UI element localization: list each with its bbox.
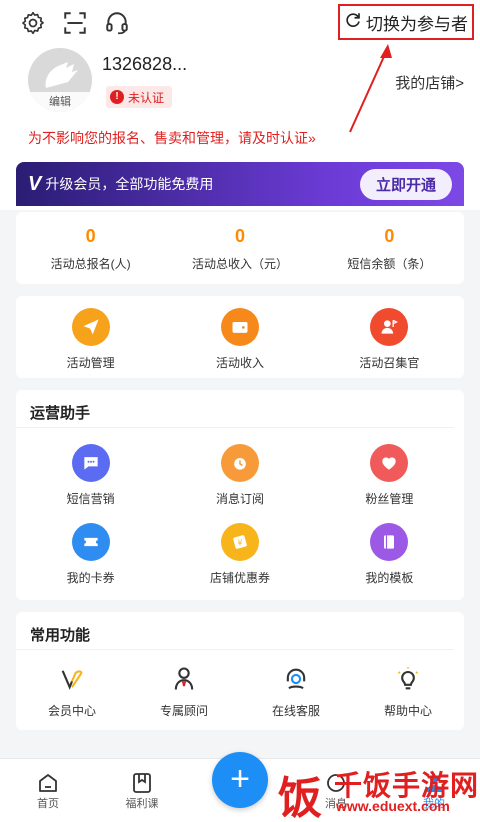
watermark-url: www.eduext.com xyxy=(336,798,450,814)
fans-management-label: 粉丝管理 xyxy=(365,492,414,506)
ticket-icon xyxy=(71,523,110,561)
stat-sms-balance[interactable]: 0 短信余额（条） xyxy=(315,212,464,284)
sms-marketing-label: 短信营销 xyxy=(66,492,115,506)
alert-icon: ! xyxy=(110,90,124,104)
my-store-link[interactable]: 我的店铺> xyxy=(395,72,464,93)
help-center-item[interactable]: 帮助中心 xyxy=(352,664,464,719)
vip-center-item[interactable]: 会员中心 xyxy=(16,664,128,719)
activity-actions-card: 活动管理 活动收入 活动召集官 xyxy=(16,296,464,378)
headset-icon xyxy=(281,664,311,694)
vip-center-label: 会员中心 xyxy=(47,704,96,718)
activity-convener-label: 活动召集官 xyxy=(359,356,420,370)
operations-card: 运营助手 短信营销 消息订阅 粉丝管理 我的卡券 ¥ 店铺优惠券 我的模板 xyxy=(16,390,464,600)
chat-icon xyxy=(71,444,110,482)
create-activity-button[interactable]: + xyxy=(212,752,268,808)
tab-home[interactable]: 首页 xyxy=(18,771,78,811)
heart-icon xyxy=(370,444,409,482)
activity-income-label: 活动收入 xyxy=(215,356,264,370)
store-coupons-item[interactable]: ¥ 店铺优惠券 xyxy=(165,523,314,586)
status-label: 未认证 xyxy=(128,90,165,105)
stat-label: 活动总收入（元） xyxy=(191,257,288,271)
stat-label: 短信余额（条） xyxy=(347,257,432,271)
help-center-label: 帮助中心 xyxy=(383,704,432,718)
activity-convener-item[interactable]: 活动召集官 xyxy=(315,308,464,378)
my-templates-label: 我的模板 xyxy=(365,571,414,585)
common-functions-title: 常用功能 xyxy=(16,612,454,650)
tab-home-label: 首页 xyxy=(37,798,59,810)
clock-icon xyxy=(220,444,259,482)
advisor-item[interactable]: 专属顾问 xyxy=(128,664,240,719)
person-icon xyxy=(169,664,199,694)
store-coupons-label: 店铺优惠券 xyxy=(209,571,270,585)
fans-management-item[interactable]: 粉丝管理 xyxy=(315,444,464,507)
stat-value: 0 xyxy=(85,226,96,246)
bookmark-icon xyxy=(112,771,172,795)
vip-open-button[interactable]: 立即开通 xyxy=(359,168,452,200)
vip-text: 升级会员，全部功能免费用 xyxy=(45,176,214,192)
vip-icon xyxy=(57,664,87,694)
message-subscription-item[interactable]: 消息订阅 xyxy=(165,444,314,507)
home-icon xyxy=(18,771,78,795)
activity-management-label: 活动管理 xyxy=(66,356,115,370)
my-templates-item[interactable]: 我的模板 xyxy=(315,523,464,586)
phone-number: 1326828... xyxy=(102,54,188,74)
online-service-item[interactable]: 在线客服 xyxy=(240,664,352,719)
status-badge[interactable]: ! 未认证 xyxy=(106,86,173,108)
operations-title: 运营助手 xyxy=(16,390,454,428)
avatar-edit-label[interactable]: 编辑 xyxy=(28,92,92,112)
site-watermark: 饭 千饭手游网 www.eduext.com xyxy=(272,762,480,822)
user-flag-icon xyxy=(370,308,409,346)
stat-value: 0 xyxy=(234,226,245,246)
my-cards-label: 我的卡券 xyxy=(66,571,115,585)
stats-card: 0 活动总报名(人) 0 活动总收入（元） 0 短信余额（条） xyxy=(16,212,464,284)
book-icon xyxy=(370,523,409,561)
advisor-label: 专属顾问 xyxy=(159,704,208,718)
stat-registrations[interactable]: 0 活动总报名(人) xyxy=(16,212,165,284)
tab-welfare-course[interactable]: 福利课 xyxy=(112,771,172,811)
watermark-char: 饭 xyxy=(278,773,322,822)
stat-income[interactable]: 0 活动总收入（元） xyxy=(165,212,314,284)
send-icon xyxy=(71,308,110,346)
message-subscription-label: 消息订阅 xyxy=(215,492,264,506)
bulb-icon xyxy=(393,664,423,694)
my-cards-item[interactable]: 我的卡券 xyxy=(16,523,165,586)
avatar[interactable]: 编辑 xyxy=(28,48,92,112)
coupon-icon: ¥ xyxy=(220,523,259,561)
activity-income-item[interactable]: 活动收入 xyxy=(165,308,314,378)
stat-label: 活动总报名(人) xyxy=(50,257,131,271)
wallet-icon xyxy=(220,308,259,346)
stat-value: 0 xyxy=(384,226,395,246)
vip-logo-icon: V xyxy=(28,172,42,195)
verification-warning[interactable]: 为不影响您的报名、售卖和管理，请及时认证» xyxy=(28,128,316,148)
tab-welfare-course-label: 福利课 xyxy=(125,798,159,810)
vip-banner[interactable]: V 升级会员，全部功能免费用 立即开通 xyxy=(16,162,464,206)
sms-marketing-item[interactable]: 短信营销 xyxy=(16,444,165,507)
common-functions-card: 常用功能 会员中心 专属顾问 在线客服 帮助中心 xyxy=(16,612,464,730)
svg-text:¥: ¥ xyxy=(238,538,243,547)
online-service-label: 在线客服 xyxy=(271,704,320,718)
activity-management-item[interactable]: 活动管理 xyxy=(16,308,165,378)
